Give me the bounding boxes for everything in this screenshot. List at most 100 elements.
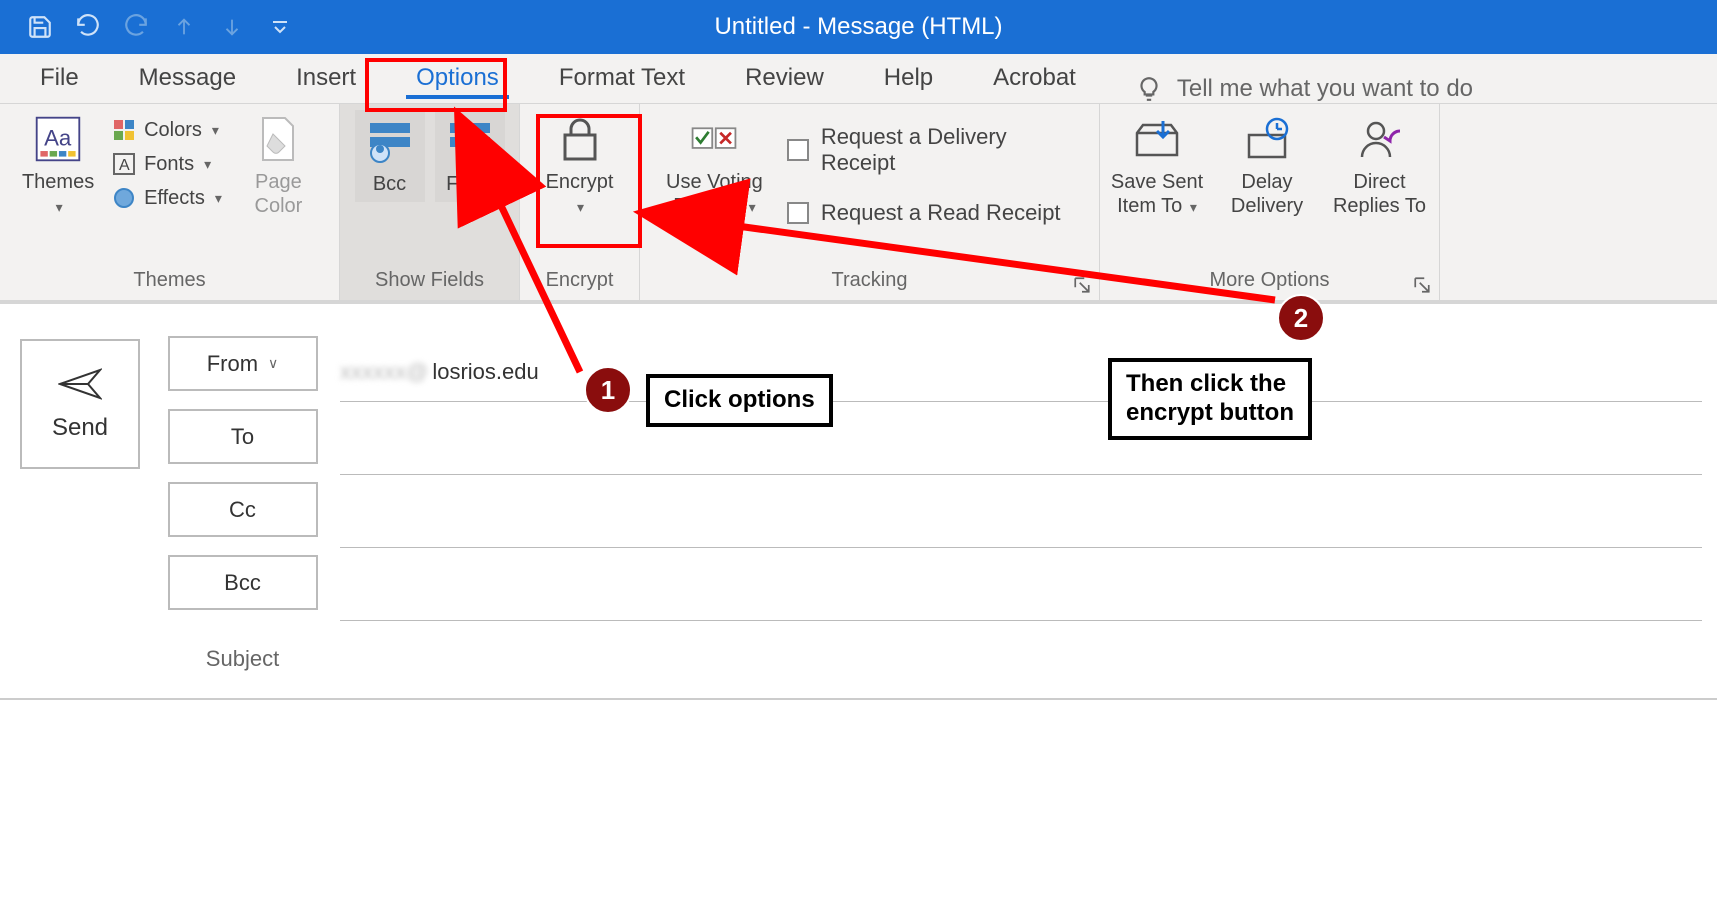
tab-message[interactable]: Message — [109, 53, 266, 103]
lightbulb-icon — [1136, 76, 1162, 102]
colors-label: Colors — [144, 119, 202, 142]
annotation-step1-badge: 1 — [584, 366, 632, 414]
tracking-group-label: Tracking — [652, 269, 1087, 296]
tab-insert[interactable]: Insert — [266, 53, 386, 103]
undo-icon[interactable] — [73, 12, 103, 42]
save-sent-label: Save Sent Item To ▾ — [1111, 170, 1203, 218]
read-receipt-checkbox[interactable]: Request a Read Receipt — [787, 200, 1087, 226]
checkbox-icon — [787, 202, 809, 224]
delivery-receipt-label: Request a Delivery Receipt — [821, 124, 1087, 176]
group-more-options: Save Sent Item To ▾ Delay Delivery Direc… — [1100, 104, 1440, 300]
delay-label: Delay Delivery — [1231, 170, 1303, 218]
effects-button[interactable]: Effects▾ — [108, 184, 226, 212]
tab-options[interactable]: Options — [386, 53, 529, 103]
save-sent-icon — [1132, 114, 1182, 164]
direct-replies-icon — [1355, 114, 1405, 164]
dialog-launcher-icon[interactable] — [1413, 276, 1431, 294]
group-tracking: Use Voting Buttons ▾ Request a Delivery … — [640, 104, 1100, 300]
delay-delivery-button[interactable]: Delay Delivery — [1220, 110, 1315, 222]
effects-label: Effects — [144, 187, 205, 210]
send-button[interactable]: Send — [20, 339, 140, 469]
voting-label: Use Voting Buttons ▾ — [666, 170, 763, 218]
to-field-button[interactable]: To — [168, 409, 318, 464]
tell-me-search[interactable]: Tell me what you want to do — [1136, 75, 1473, 103]
delivery-receipt-checkbox[interactable]: Request a Delivery Receipt — [787, 124, 1087, 176]
more-options-group-label: More Options — [1112, 269, 1427, 296]
encrypt-group-label: Encrypt — [532, 269, 627, 296]
next-icon[interactable] — [217, 12, 247, 42]
tab-review[interactable]: Review — [715, 53, 854, 103]
cc-input[interactable] — [340, 475, 1702, 548]
send-icon — [58, 366, 102, 402]
direct-replies-button[interactable]: Direct Replies To — [1325, 110, 1435, 222]
group-show-fields: Bcc From Show Fields — [340, 104, 520, 300]
previous-icon[interactable] — [169, 12, 199, 42]
divider — [0, 698, 1717, 700]
quick-access-toolbar — [0, 12, 295, 42]
colors-button[interactable]: Colors▾ — [108, 116, 226, 144]
tab-format-text[interactable]: Format Text — [529, 53, 715, 103]
fonts-icon: A — [112, 152, 136, 176]
themes-group-label: Themes — [12, 269, 327, 296]
subject-label: Subject — [206, 628, 279, 690]
title-bar: Untitled - Message (HTML) — [0, 0, 1717, 54]
save-icon[interactable] — [25, 12, 55, 42]
bcc-icon — [365, 116, 415, 166]
svg-text:A: A — [119, 157, 130, 174]
ribbon: Aa Themes▾ Colors▾ A Fonts▾ Effects▾ — [0, 104, 1717, 304]
cc-button-label: Cc — [229, 497, 256, 523]
group-encrypt: Encrypt▾ Encrypt — [520, 104, 640, 300]
from-icon — [445, 116, 495, 166]
tab-file[interactable]: File — [10, 53, 109, 103]
ribbon-tabs: File Message Insert Options Format Text … — [0, 54, 1717, 104]
annotation-step2-text: Then click the encrypt button — [1108, 358, 1312, 440]
show-fields-group-label: Show Fields — [352, 269, 507, 296]
direct-replies-label: Direct Replies To — [1333, 170, 1426, 218]
page-color-icon — [253, 114, 303, 164]
themes-label: Themes▾ — [22, 170, 94, 218]
send-label: Send — [52, 414, 108, 442]
lock-icon — [555, 114, 605, 164]
bcc-button-label: Bcc — [224, 570, 261, 596]
from-field-button[interactable]: From ∨ — [168, 336, 318, 391]
page-color-button[interactable]: Page Color — [236, 110, 321, 222]
to-button-label: To — [231, 424, 254, 450]
redacted-text: xxxxxx@ — [340, 359, 428, 385]
tab-acrobat[interactable]: Acrobat — [963, 53, 1106, 103]
redo-icon[interactable] — [121, 12, 151, 42]
delay-icon — [1242, 114, 1292, 164]
themes-button[interactable]: Aa Themes▾ — [18, 110, 98, 222]
themes-icon: Aa — [33, 114, 83, 164]
from-button[interactable]: From — [435, 110, 505, 202]
bcc-label: Bcc — [373, 172, 406, 196]
from-label: From — [446, 172, 493, 196]
encrypt-button[interactable]: Encrypt▾ — [538, 110, 622, 222]
dialog-launcher-icon[interactable] — [1073, 276, 1091, 294]
effects-icon — [112, 186, 136, 210]
customize-qat-icon[interactable] — [265, 12, 295, 42]
encrypt-label: Encrypt▾ — [546, 170, 614, 218]
tell-me-label: Tell me what you want to do — [1177, 75, 1473, 103]
bcc-button[interactable]: Bcc — [355, 110, 425, 202]
colors-icon — [112, 118, 136, 142]
bcc-field-button[interactable]: Bcc — [168, 555, 318, 610]
voting-button[interactable]: Use Voting Buttons ▾ — [652, 110, 777, 222]
tab-help[interactable]: Help — [854, 53, 963, 103]
bcc-input[interactable] — [340, 548, 1702, 621]
subject-input[interactable] — [340, 621, 1702, 694]
cc-field-button[interactable]: Cc — [168, 482, 318, 537]
from-input[interactable]: xxxxxx@losrios.edu — [340, 342, 1702, 402]
compose-area: Send From ∨ To Cc Bcc Subject xxxxxx@los… — [0, 304, 1717, 694]
voting-icon — [689, 114, 739, 164]
save-sent-button[interactable]: Save Sent Item To ▾ — [1105, 110, 1210, 222]
from-button-label: From — [207, 351, 258, 377]
fonts-label: Fonts — [144, 153, 194, 176]
to-input[interactable] — [340, 402, 1702, 475]
from-value: losrios.edu — [432, 359, 538, 385]
group-themes: Aa Themes▾ Colors▾ A Fonts▾ Effects▾ — [0, 104, 340, 300]
svg-text:Aa: Aa — [44, 125, 72, 150]
page-color-label: Page Color — [255, 170, 303, 218]
read-receipt-label: Request a Read Receipt — [821, 200, 1061, 226]
checkbox-icon — [787, 139, 809, 161]
fonts-button[interactable]: A Fonts▾ — [108, 150, 226, 178]
